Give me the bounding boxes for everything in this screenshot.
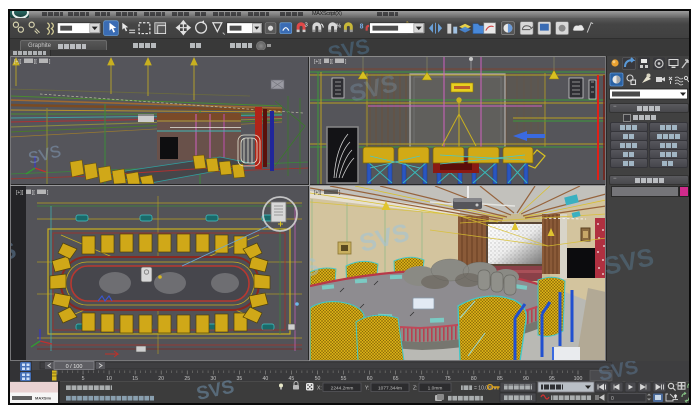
svg-text:15: 15 xyxy=(132,376,138,382)
svg-text:20: 20 xyxy=(158,376,164,382)
svg-text:95: 95 xyxy=(549,376,555,382)
svg-text:60: 60 xyxy=(367,376,373,382)
svg-text:100: 100 xyxy=(574,376,583,382)
svg-text:8: 8 xyxy=(360,24,364,31)
svg-text:65: 65 xyxy=(393,376,399,382)
svg-text:Y:: Y: xyxy=(365,386,369,392)
svg-text:[+][: [+][ xyxy=(16,190,24,196)
svg-text:%: % xyxy=(336,24,342,30)
svg-text:[+][: [+][ xyxy=(314,190,322,196)
svg-text:40: 40 xyxy=(263,376,269,382)
svg-text:[+][: [+][ xyxy=(14,59,22,65)
svg-text:Z:: Z: xyxy=(413,386,417,392)
svg-text:70: 70 xyxy=(419,376,425,382)
svg-text:[+][: [+][ xyxy=(314,59,322,65)
svg-text:35: 35 xyxy=(236,376,242,382)
svg-text:90: 90 xyxy=(523,376,529,382)
svg-text:50: 50 xyxy=(315,376,321,382)
svg-text:85: 85 xyxy=(497,376,503,382)
svg-text:1.0mm: 1.0mm xyxy=(428,385,443,391)
svg-text:X:: X: xyxy=(317,386,322,392)
svg-text:25: 25 xyxy=(184,376,190,382)
svg-text:0: 0 xyxy=(611,396,614,402)
svg-text:55: 55 xyxy=(341,376,347,382)
svg-text:2244.2mm: 2244.2mm xyxy=(331,385,354,391)
svg-text:10: 10 xyxy=(106,376,112,382)
svg-text:MAXSim: MAXSim xyxy=(35,396,52,401)
svg-text:75: 75 xyxy=(445,376,451,382)
svg-text:5: 5 xyxy=(82,376,85,382)
svg-text:80: 80 xyxy=(471,376,477,382)
svg-text:45: 45 xyxy=(289,376,295,382)
svg-text:0 / 100: 0 / 100 xyxy=(66,364,83,370)
svg-text:1077.344m: 1077.344m xyxy=(378,385,402,391)
svg-text:3: 3 xyxy=(305,23,309,29)
